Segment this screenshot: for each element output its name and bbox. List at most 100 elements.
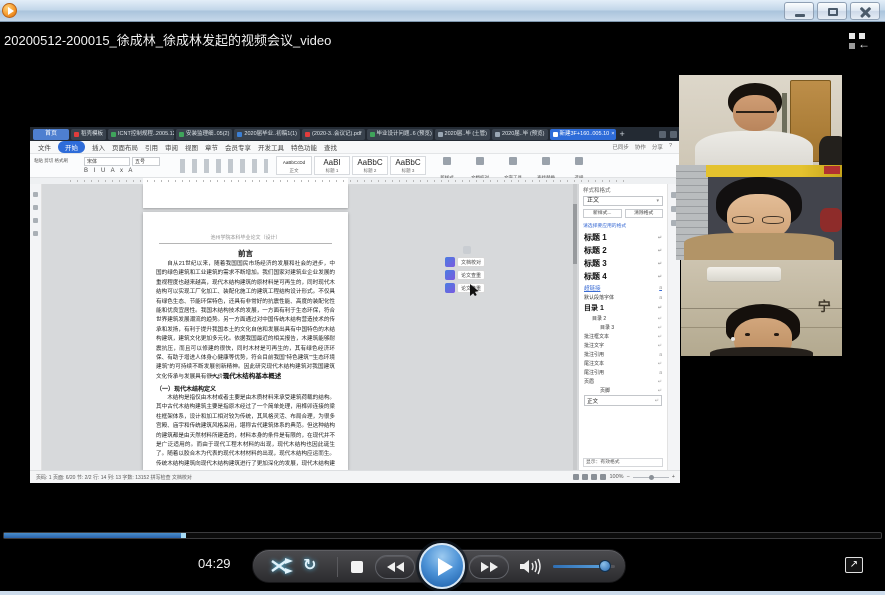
menu-developer[interactable]: 开发工具	[258, 142, 284, 152]
font-format-buttons[interactable]: B I U A x A	[84, 168, 134, 174]
download-icon[interactable]	[670, 130, 677, 138]
clear-format-button[interactable]: 清除格式	[624, 209, 663, 218]
current-style-dropdown[interactable]: 正文 ▾	[583, 196, 663, 206]
menu-references[interactable]: 引用	[145, 142, 158, 152]
style-item[interactable]: 批注引用 a	[584, 350, 662, 359]
view-mode-icon[interactable]	[591, 474, 598, 480]
maximize-button[interactable]	[817, 2, 847, 20]
font-size-select[interactable]: 五号	[132, 157, 160, 166]
participant-video-3[interactable]: 宁	[681, 260, 842, 356]
volume-mute-icon[interactable]	[519, 558, 543, 575]
participant-video-1[interactable]	[679, 75, 842, 165]
style-item[interactable]: 尾注文本 ↵	[584, 359, 662, 368]
menu-file[interactable]: 文件	[38, 142, 51, 152]
view-mode-icon[interactable]	[600, 474, 607, 480]
share-button[interactable]: 分享	[652, 143, 663, 151]
menu-section[interactable]: 章节	[205, 142, 218, 152]
document-tab-active[interactable]: 新建3F+160..005.10 ×	[549, 128, 616, 140]
document-tab[interactable]: 2020届毕业..初稿1(1)	[234, 128, 300, 140]
style-item[interactable]: 标题 4 ↵	[584, 270, 662, 283]
clipboard-group[interactable]: 粘贴 剪切 格式刷	[34, 157, 78, 165]
style-item[interactable]: 默认段落字体 a	[584, 293, 662, 302]
background-object	[823, 165, 841, 175]
volume-slider-thumb[interactable]	[599, 560, 612, 572]
styles-hint-link[interactable]: 请选择要应用的格式	[583, 222, 663, 229]
seek-bar[interactable]	[3, 532, 882, 539]
menu-membership[interactable]: 会员专享	[225, 142, 251, 152]
style-item[interactable]: 尾注引用 a	[584, 368, 662, 377]
paragraph-group[interactable]	[180, 159, 268, 173]
style-item[interactable]: 标题 2 ↵	[584, 244, 662, 257]
style-normal[interactable]: AaBbCcDd 正文	[276, 156, 312, 175]
switch-to-library-button[interactable]: ←	[849, 33, 871, 50]
style-heading3[interactable]: AaBbC 标题 3	[390, 156, 426, 175]
participant-video-2[interactable]	[676, 165, 842, 260]
document-tab[interactable]: 稻壳模板	[71, 128, 107, 140]
participant-2-glasses	[762, 216, 784, 224]
document-tab[interactable]: (2020-3..会议记).pdf	[302, 128, 365, 140]
zoom-slider[interactable]	[632, 474, 669, 480]
play-button[interactable]	[419, 543, 465, 589]
menu-search[interactable]: 查找	[324, 142, 337, 152]
style-item[interactable]: 标题 1 ↵	[584, 231, 662, 244]
style-item[interactable]: 目录 1 ↵	[584, 302, 662, 314]
left-toolbar[interactable]	[30, 184, 42, 470]
new-tab-button[interactable]: +	[620, 129, 625, 139]
style-item[interactable]: 目录 2 ↵	[584, 314, 662, 323]
style-heading2[interactable]: AaBbC 标题 2	[352, 156, 388, 175]
tab-close-icon[interactable]: ×	[611, 129, 614, 140]
document-tab[interactable]: 2020届..毕 (预览)	[492, 128, 548, 140]
menu-view[interactable]: 视图	[185, 142, 198, 152]
menu-review[interactable]: 审阅	[165, 142, 178, 152]
menu-special[interactable]: 特色功能	[291, 142, 317, 152]
transport-controls: ↻	[252, 543, 626, 589]
menu-start[interactable]: 开始	[58, 141, 85, 153]
minimize-button[interactable]	[784, 2, 814, 20]
background-chair	[819, 136, 842, 165]
document-tab[interactable]: 2020届..毕 (土管)	[434, 128, 491, 140]
window-titlebar[interactable]	[0, 0, 885, 22]
repeat-icon[interactable]: ↻	[303, 555, 316, 575]
document-page[interactable]: 池州学院本科毕业论文（设计） 前言 自从21世纪以来，随着我国国民市场经济的发展…	[143, 212, 348, 470]
view-mode-icon[interactable]	[573, 474, 580, 480]
document-tab[interactable]: 毕业设计问题..6 (预览)	[366, 128, 433, 140]
volume-slider[interactable]	[553, 560, 615, 572]
style-item[interactable]: 批注框文本 ↵	[584, 332, 662, 341]
font-name-select[interactable]: 宋体	[84, 157, 130, 166]
fast-forward-button[interactable]	[469, 555, 509, 579]
style-heading1[interactable]: AaBI 标题 1	[314, 156, 350, 175]
shuffle-icon[interactable]	[271, 558, 295, 575]
zoom-in-button[interactable]: +	[672, 474, 675, 480]
proofread-float-button[interactable]: 文档校对	[445, 257, 505, 267]
tab-home[interactable]: 首页	[33, 128, 69, 140]
tools-handle-icon[interactable]	[463, 246, 471, 254]
collaborate-button[interactable]: 协作	[635, 143, 646, 151]
tab-list-icon[interactable]	[659, 130, 666, 138]
wps-tab-bar: 首页 稻壳模板 ICNT控制规程..2005.12 安装监理细..05(2) 2…	[30, 127, 680, 141]
style-item[interactable]: 目录 3 ↵	[584, 323, 662, 332]
style-item[interactable]: 页脚 ↵	[584, 386, 662, 395]
window-bottom-border	[0, 591, 885, 595]
stop-button[interactable]	[351, 561, 363, 573]
new-style-button[interactable]: 新样式...	[583, 209, 622, 218]
view-mode-icon[interactable]	[582, 474, 589, 480]
style-item[interactable]: 批注文字 ↵	[584, 341, 662, 350]
style-item[interactable]: 超链接 a	[584, 283, 662, 293]
style-item-selected[interactable]: 正文 ↵	[584, 395, 662, 406]
help-button[interactable]: ?	[669, 143, 672, 151]
style-item[interactable]: 页眉 ↵	[584, 377, 662, 386]
show-format-dropdown[interactable]: 显示：有效格式	[583, 458, 663, 467]
close-button[interactable]	[850, 2, 880, 20]
style-item[interactable]: 标题 3 ↵	[584, 257, 662, 270]
participant-3-eye	[774, 332, 780, 336]
menu-page-layout[interactable]: 页面布局	[112, 142, 138, 152]
plagiarism-check-float-button[interactable]: 论文查重	[445, 270, 505, 280]
document-tab[interactable]: 安装监理细..05(2)	[176, 128, 233, 140]
media-player-window: 20200512-200015_徐成林_徐成林发起的视频会议_video ← 首…	[0, 0, 885, 595]
zoom-out-button[interactable]: −	[627, 474, 630, 480]
document-tab[interactable]: ICNT控制规程..2005.12	[108, 128, 175, 140]
rewind-button[interactable]	[375, 555, 415, 579]
menu-insert[interactable]: 插入	[92, 142, 105, 152]
fullscreen-button[interactable]: ↗	[845, 557, 863, 573]
document-scrollbar[interactable]	[573, 184, 577, 470]
